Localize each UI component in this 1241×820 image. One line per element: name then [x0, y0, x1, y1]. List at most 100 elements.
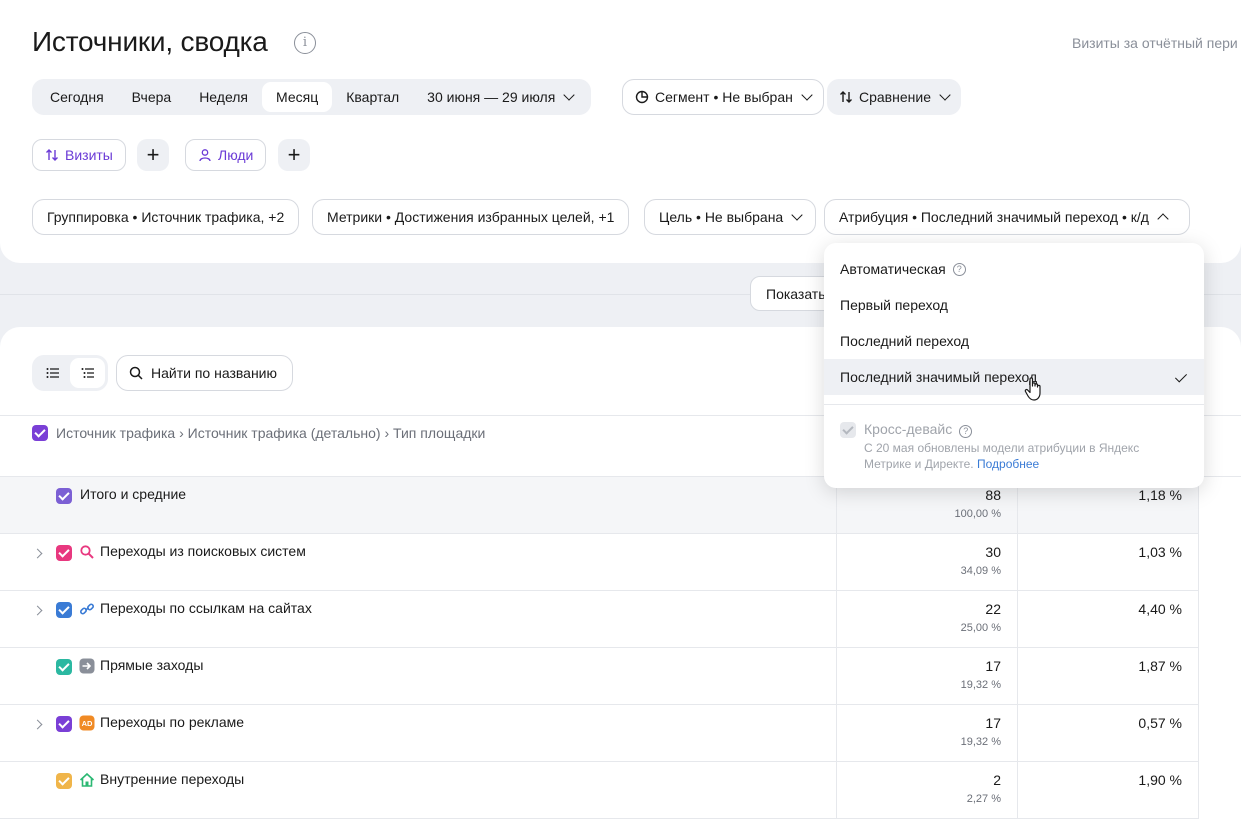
attribution-label: Атрибуция • Последний значимый переход •…	[839, 209, 1149, 225]
svg-text:AD: AD	[82, 719, 93, 728]
period-month[interactable]: Месяц	[262, 82, 333, 112]
link-icon	[79, 603, 95, 615]
info-icon[interactable]: i	[294, 32, 316, 54]
row-checkbox[interactable]	[56, 488, 72, 504]
direct-arrow-icon	[79, 658, 95, 674]
tree-list-icon	[81, 368, 94, 378]
grouping-filter[interactable]: Группировка • Источник трафика, +2	[32, 199, 300, 235]
pie-chart-icon	[635, 90, 649, 104]
cross-device-note: С 20 мая обновлены модели атрибуции в Ян…	[864, 441, 1140, 471]
segment-dropdown[interactable]: Сегмент • Не выбран	[622, 79, 824, 115]
help-icon[interactable]: ?	[952, 262, 966, 276]
page-title: Источники, сводка	[32, 26, 268, 57]
search-input[interactable]	[151, 365, 291, 381]
row-checkbox[interactable]	[56, 716, 72, 732]
row-checkbox[interactable]	[56, 659, 72, 675]
option-label: Последний значимый переход	[840, 369, 1038, 385]
people-tag[interactable]: Люди	[185, 139, 267, 171]
attribution-option-last-significant[interactable]: Последний значимый переход	[824, 359, 1204, 395]
metrics-filter[interactable]: Метрики • Достижения избранных целей, +1	[312, 199, 630, 235]
visits-cell: 2 2,27 %	[836, 762, 1018, 819]
visits-arrows-icon	[46, 149, 58, 161]
table-row[interactable]: Прямые заходы 17 19,32 % 1,87 %	[0, 648, 1199, 705]
add-visits-metric-button[interactable]: +	[137, 139, 169, 171]
table-row[interactable]: Переходы по ссылкам на сайтах 22 25,00 %…	[0, 591, 1199, 648]
row-checkbox[interactable]	[56, 602, 72, 618]
visits-tag[interactable]: Визиты	[32, 139, 126, 171]
row-checkbox[interactable]	[56, 773, 72, 789]
expand-chevron-icon[interactable]	[32, 719, 43, 730]
option-label: Первый переход	[840, 297, 948, 313]
grouping-path: Источник трафика › Источник трафика (дет…	[56, 425, 486, 441]
row-label: Переходы по ссылкам на сайтах	[100, 600, 312, 616]
flat-list-view-button[interactable]	[35, 358, 70, 388]
compare-dropdown[interactable]: Сравнение	[827, 79, 961, 115]
visits-value: 17	[985, 715, 1001, 731]
attribution-option-automatic[interactable]: Автоматическая ?	[824, 251, 1204, 287]
option-label: Последний переход	[840, 333, 970, 349]
chevron-down-icon	[563, 88, 575, 101]
chevron-up-icon	[1157, 213, 1169, 225]
visits-share: 19,32 %	[960, 736, 1001, 748]
date-range-label: 30 июня — 29 июля	[427, 89, 556, 105]
expand-chevron-icon[interactable]	[32, 548, 43, 559]
visits-value: 30	[985, 544, 1001, 560]
more-link[interactable]: Подробнее	[977, 457, 1039, 471]
table-row[interactable]: AD Переходы по рекламе 17 19,32 % 0,57 %	[0, 705, 1199, 762]
checkmark-icon	[1174, 370, 1188, 383]
hand-cursor-icon	[1024, 377, 1041, 401]
period-today[interactable]: Сегодня	[36, 82, 118, 112]
table-row[interactable]: Переходы из поисковых систем 30 34,09 % …	[0, 534, 1199, 591]
attribution-dropdown-menu: Автоматическая ? Первый переход Последни…	[824, 243, 1204, 488]
table-row[interactable]: Внутренние переходы 2 2,27 % 1,90 %	[0, 762, 1199, 819]
visits-value: 88	[985, 487, 1001, 503]
visits-value: 2	[993, 772, 1001, 788]
group-checkbox[interactable]	[32, 425, 48, 441]
period-quarter[interactable]: Квартал	[332, 82, 413, 112]
list-icon	[46, 368, 59, 378]
metric-cell: 1,87 %	[1018, 648, 1199, 705]
visits-cell: 17 19,32 %	[836, 648, 1018, 705]
metric-value: 4,40 %	[1138, 601, 1182, 617]
expand-chevron-icon[interactable]	[32, 605, 43, 616]
tree-view-button[interactable]	[70, 358, 105, 388]
period-yesterday[interactable]: Вчера	[118, 82, 186, 112]
chevron-down-icon	[939, 88, 951, 101]
people-tag-label: Люди	[218, 147, 254, 163]
attribution-option-first[interactable]: Первый переход	[824, 287, 1204, 323]
view-toggle	[32, 355, 108, 391]
add-people-metric-button[interactable]: +	[278, 139, 310, 171]
row-label: Переходы по рекламе	[100, 714, 245, 730]
option-label: Автоматическая	[840, 261, 946, 277]
date-range-picker[interactable]: 30 июня — 29 июля	[413, 82, 587, 112]
visits-share: 2,27 %	[966, 793, 1001, 805]
compare-label: Сравнение	[859, 89, 931, 105]
visits-share: 19,32 %	[960, 679, 1001, 691]
row-label: Итого и средние	[80, 486, 187, 502]
row-label: Внутренние переходы	[100, 771, 245, 787]
row-label: Прямые заходы	[100, 657, 204, 673]
metric-cell: 4,40 %	[1018, 591, 1199, 648]
visits-share: 25,00 %	[960, 622, 1001, 634]
divider	[824, 404, 1204, 405]
period-week[interactable]: Неделя	[185, 82, 262, 112]
compare-arrows-icon	[840, 91, 852, 103]
attribution-option-last[interactable]: Последний переход	[824, 323, 1204, 359]
goal-filter[interactable]: Цель • Не выбрана	[644, 199, 817, 235]
chevron-down-icon	[791, 208, 803, 221]
help-icon[interactable]: ?	[959, 425, 973, 438]
attribution-filter[interactable]: Атрибуция • Последний значимый переход •…	[824, 199, 1190, 235]
visits-share: 100,00 %	[954, 508, 1001, 520]
header-panel: Источники, сводка i Визиты за отчётный п…	[0, 0, 1241, 263]
cross-device-label: Кросс-девайс?	[864, 421, 973, 438]
visits-period-label: Визиты за отчётный пери	[1072, 35, 1238, 51]
metric-value: 1,87 %	[1138, 658, 1182, 674]
person-icon	[199, 149, 211, 162]
period-selector: Сегодня Вчера Неделя Месяц Квартал 30 ию…	[32, 79, 592, 115]
search-icon	[80, 545, 94, 559]
metric-cell: 0,57 %	[1018, 705, 1199, 762]
row-label: Переходы из поисковых систем	[100, 543, 306, 559]
metrics-label: Метрики • Достижения избранных целей, +1	[327, 209, 615, 225]
row-checkbox[interactable]	[56, 545, 72, 561]
grouping-header: Источник трафика › Источник трафика (дет…	[32, 425, 485, 441]
